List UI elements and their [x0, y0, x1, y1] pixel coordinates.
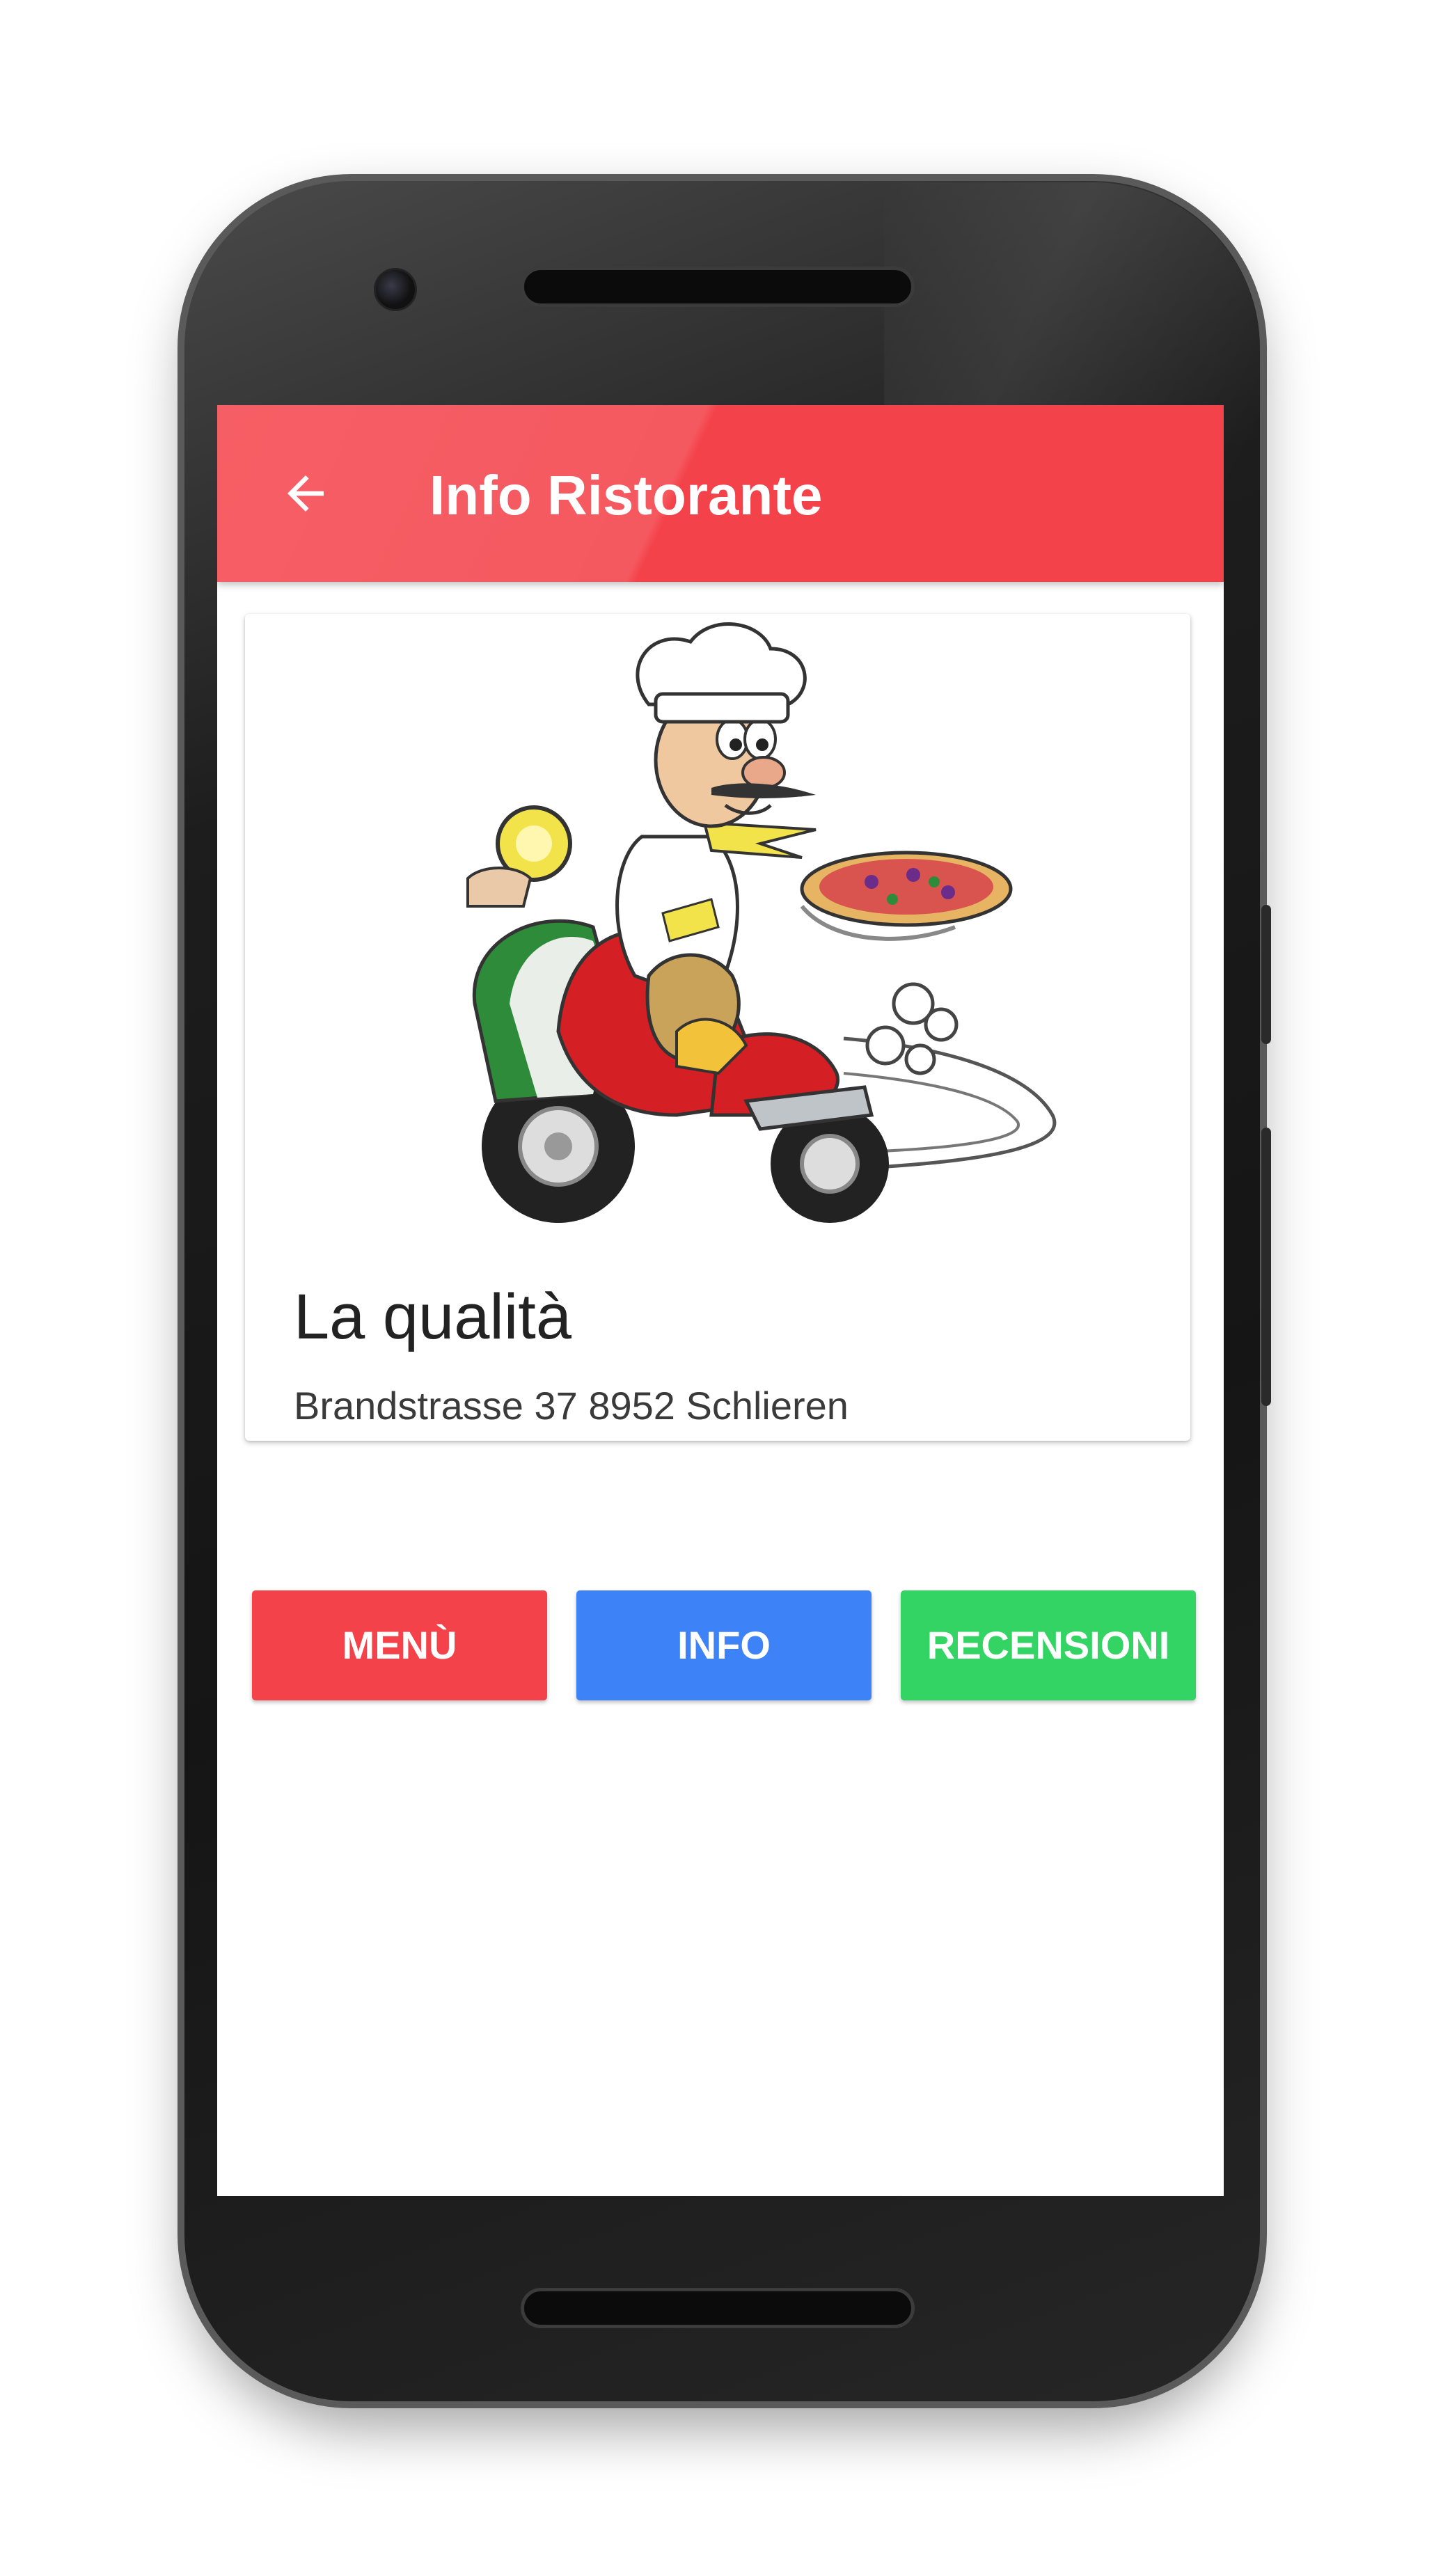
app-screen: Info Ristorante La qualità Brandstrasse … — [217, 405, 1224, 2196]
back-button[interactable] — [267, 455, 344, 532]
arrow-left-icon — [287, 475, 324, 512]
menu-button[interactable]: MENÙ — [252, 1590, 547, 1700]
bottom-speaker — [521, 2288, 915, 2328]
restaurant-logo-image — [466, 622, 1057, 1223]
page-title: Info Ristorante — [429, 464, 823, 526]
restaurant-card: La qualità Brandstrasse 37 8952 Schliere… — [245, 614, 1190, 1441]
power-button — [1261, 1128, 1271, 1406]
volume-button — [1261, 905, 1271, 1044]
restaurant-name: La qualità — [294, 1281, 571, 1352]
reviews-button[interactable]: RECENSIONI — [901, 1590, 1196, 1700]
app-bar: Info Ristorante — [217, 405, 1224, 582]
restaurant-address: Brandstrasse 37 8952 Schlieren — [294, 1384, 849, 1428]
info-button[interactable]: INFO — [576, 1590, 872, 1700]
front-camera — [374, 268, 417, 311]
top-speaker — [521, 267, 915, 307]
